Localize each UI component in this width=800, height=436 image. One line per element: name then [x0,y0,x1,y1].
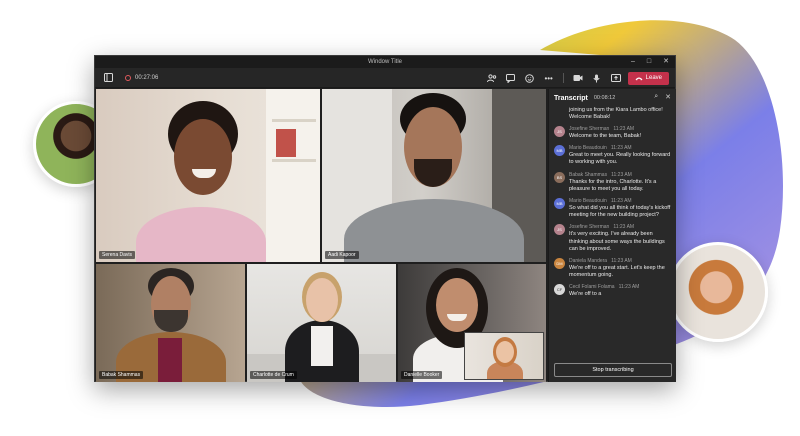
shirt [158,338,182,382]
avatar: CF [554,284,565,296]
speaker-name: Cecil Folami Folama [569,284,615,291]
transcript-time: 00:08:12 [593,95,616,101]
toolbar-divider [562,73,564,83]
phone-icon [635,77,643,80]
minimize-icon[interactable]: – [631,57,635,66]
entry-time: 11:23 AM [618,284,640,291]
avatar: MB [554,198,565,210]
entry-time: 11:23 AM [613,126,635,132]
transcript-title: Transcript [554,94,588,102]
record-icon [125,74,131,81]
avatar: JS [554,126,565,137]
speaker-name: Mario Beaudouin [569,145,607,152]
teams-meeting-window: Window Title – □ ✕ 00:27:06 ••• Leave Se… [94,55,676,382]
avatar: BS [554,171,565,183]
person-head [436,278,478,332]
mic-icon[interactable] [590,71,604,85]
shelf-board [272,119,316,122]
blouse [311,326,333,366]
floating-participant-avatar-right [668,242,768,342]
video-tile-babak-shammas[interactable]: Babak Shammas [96,264,245,382]
person-body [136,207,266,262]
transcript-header: Transcript 00:08:12 ⌕ ✕ [549,89,676,107]
title-bar: Window Title – □ ✕ [95,56,675,68]
avatar: DM [554,258,565,270]
transcript-entry: MB Mario Beaudouin 11:23 AM Great to meet… [549,145,677,166]
transcript-list[interactable]: joining us from the Kiara Lambo office! … [549,107,677,359]
entry-text: Welcome to the team, Babak! [569,133,642,139]
speaker-name: Daniela Mandera [569,258,608,265]
self-view-video[interactable] [464,332,544,380]
close-window-icon[interactable]: ✕ [663,57,669,66]
person-head [306,278,338,322]
entry-text: So what did you all think of today's kic… [569,205,671,219]
toolbar-actions: ••• Leave [485,71,669,85]
entry-time: 11:23 AM [611,171,632,178]
entry-text: We're off to a great start. Let's keep t… [569,265,665,279]
avatar: JS [554,224,565,236]
participant-name-tag: Charlotte de Crum [250,371,297,379]
camera-icon[interactable] [571,71,585,85]
stop-transcribing-button[interactable]: Stop transcribing [554,363,672,377]
marketing-stage: Window Title – □ ✕ 00:27:06 ••• Leave Se… [0,0,800,436]
leave-button[interactable]: Leave [627,71,669,85]
entry-text: We're off to a [569,291,602,298]
entry-time: 11:23 AM [610,145,632,152]
beard [154,310,188,332]
sidebar-icon[interactable] [101,71,115,85]
transcript-panel: Transcript 00:08:12 ⌕ ✕ joining us from … [548,89,676,382]
transcript-entry: CF Cecil Folami Folama 11:23 AM We're off… [549,284,677,298]
meeting-toolbar: 00:27:06 ••• Leave [95,68,675,88]
window-controls: – □ ✕ [631,57,669,66]
video-tile-serena-davis[interactable]: Serena Davis [96,89,320,262]
window-title: Window Title [367,59,402,65]
share-icon[interactable] [609,71,623,85]
participant-name-tag: Serena Davis [99,251,136,259]
transcript-entry: MB Mario Beaudouin 11:23 AM So what did y… [549,198,677,219]
transcript-entry: JS Josefine Sherman 11:23 AM Welcome to t… [549,126,677,140]
participant-name-tag: Danielle Booker [401,371,443,379]
maximize-icon[interactable]: □ [647,57,651,66]
participant-name-tag: Aadi Kapoor [325,251,359,259]
bookshelf [266,89,320,262]
transcript-partial-line: joining us from the Kiara Lambo office! … [569,107,663,120]
video-tile-danielle-booker[interactable]: Danielle Booker [398,264,546,382]
speaker-name: Josefine Sherman [569,224,610,231]
speaker-name: Josefine Sherman [569,126,610,132]
transcript-entry: DM Daniela Mandera 11:23 AM We're off to … [549,258,677,279]
search-icon[interactable]: ⌕ [654,93,658,101]
close-icon[interactable]: ✕ [665,93,671,101]
participant-name-tag: Babak Shammas [99,371,144,379]
speaker-name: Babak Shammas [569,171,608,178]
entry-text: Great to meet you. Really looking forwar… [569,152,671,166]
speaker-name: Mario Beaudouin [569,198,607,205]
meeting-timer: 00:27:06 [135,74,159,81]
self-head [496,341,514,363]
video-tile-charlotte-de-crum[interactable]: Charlotte de Crum [247,264,396,382]
avatar: MB [554,145,565,157]
entry-text: Thanks for the intro, Charlotte. It's a … [569,178,657,192]
entry-time: 11:23 AM [610,198,632,205]
chat-icon[interactable] [504,71,518,85]
shelf-board [272,159,316,162]
entry-time: 11:23 AM [613,224,635,231]
entry-time: 11:23 AM [611,258,632,265]
transcript-entry: BS Babak Shammas 11:23 AM Thanks for the … [549,171,677,193]
entry-text: It's very exciting. I've already been th… [569,231,665,252]
reactions-icon[interactable] [523,71,537,85]
more-icon[interactable]: ••• [542,71,556,85]
video-tile-aadi-kapoor[interactable]: Aadi Kapoor [322,89,546,262]
leave-label: Leave [645,75,662,81]
person-head [174,119,232,195]
people-icon[interactable] [485,71,499,85]
books [276,129,296,157]
transcript-actions: ⌕ ✕ [654,93,671,101]
transcript-entry: JS Josefine Sherman 11:23 AM It's very ex… [549,224,677,253]
